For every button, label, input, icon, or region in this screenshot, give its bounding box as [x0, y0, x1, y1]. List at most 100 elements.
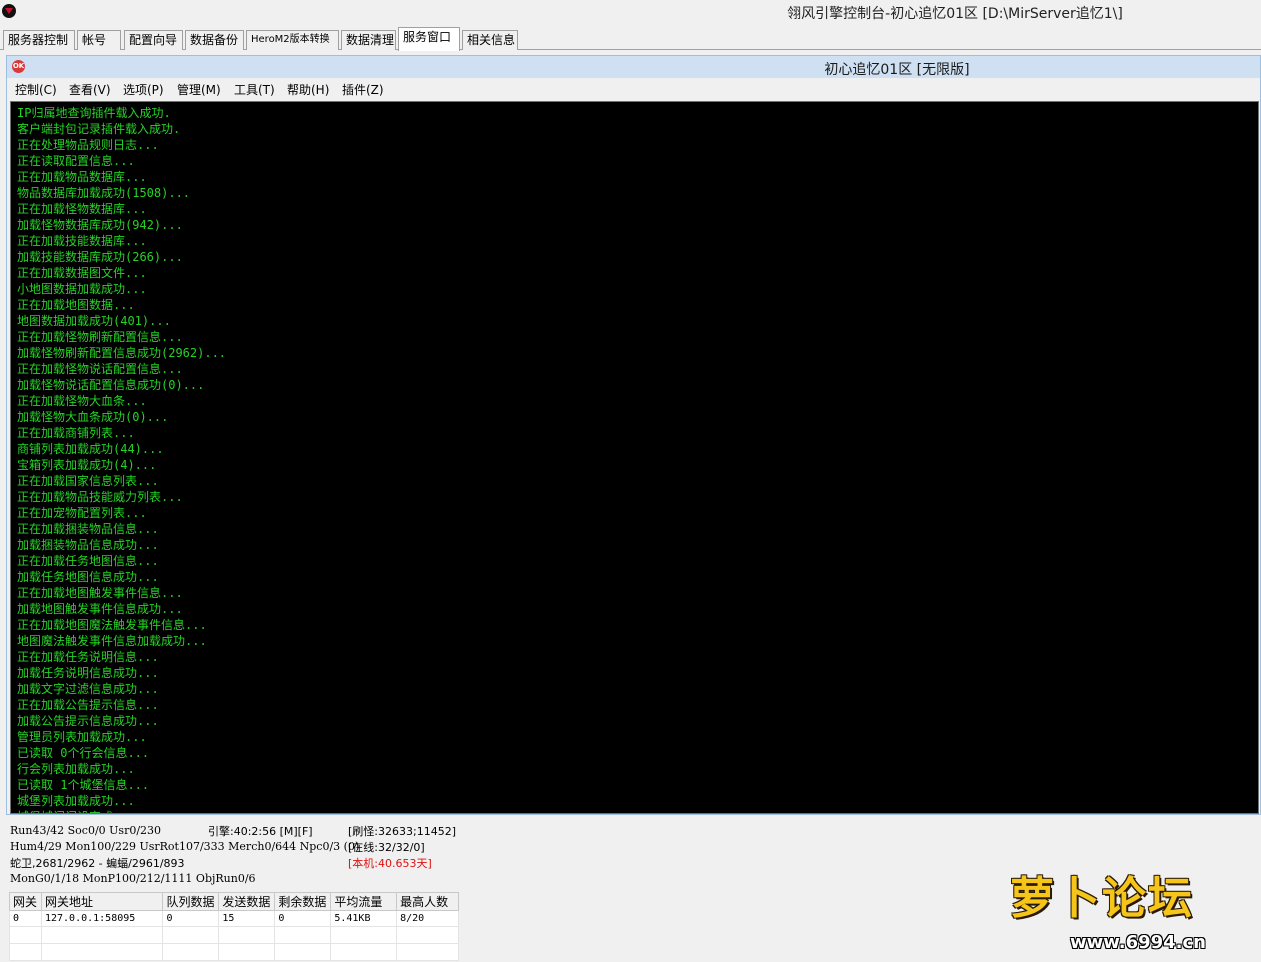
- menu-options[interactable]: 选项(P): [123, 81, 164, 98]
- log-line: 加载技能数据库成功(266)...: [17, 250, 183, 264]
- app-logo-icon: [2, 4, 16, 18]
- server-window-title: 初心追忆01区 [无限版]: [824, 62, 970, 78]
- log-console[interactable]: IP归属地查询插件载入成功. 客户端封包记录插件载入成功. 正在处理物品规则日志..…: [10, 101, 1259, 814]
- log-line: IP归属地查询插件载入成功.: [17, 106, 171, 120]
- log-line: 加载捆装物品信息成功...: [17, 538, 159, 552]
- tab-service-window[interactable]: 服务窗口: [398, 27, 460, 51]
- col-queue-data[interactable]: 队列数据: [162, 892, 220, 911]
- log-line: 正在处理物品规则日志...: [17, 138, 159, 152]
- log-line: 正在加载地图数据...: [17, 298, 135, 312]
- status-boss: 蛇卫,2681/2962 - 蝙蝠/2961/893: [10, 857, 185, 870]
- col-avg-traffic[interactable]: 平均流量: [330, 892, 398, 911]
- log-line: 客户端封包记录插件载入成功.: [17, 122, 181, 136]
- cell-gateway-address: 127.0.0.1:58095: [40, 910, 164, 927]
- log-line: 加载怪物说话配置信息成功(0)...: [17, 378, 205, 392]
- log-line: 正在加宠物配置列表...: [17, 506, 147, 520]
- menu-control[interactable]: 控制(C): [15, 81, 57, 98]
- cell-queue-data: 0: [162, 910, 220, 927]
- log-line: 管理员列表加载成功...: [17, 730, 147, 744]
- log-line: 正在加载地图触发事件信息...: [17, 586, 183, 600]
- log-line: 正在加载技能数据库...: [17, 234, 147, 248]
- log-line: 正在加载捆装物品信息...: [17, 522, 159, 536]
- col-remaining-data[interactable]: 剩余数据: [274, 892, 332, 911]
- cell-gateway: 0: [9, 910, 42, 927]
- title-bar: 翎风引擎控制台-初心追忆01区 [D:\MirServer追忆1\]: [0, 0, 1261, 24]
- col-gateway-address[interactable]: 网关地址: [40, 892, 164, 911]
- log-line: 正在读取配置信息...: [17, 154, 135, 168]
- log-line: 行会列表加载成功...: [17, 762, 135, 776]
- log-line: 正在加载怪物刷新配置信息...: [17, 330, 183, 344]
- menu-manage[interactable]: 管理(M): [177, 81, 221, 98]
- server-window-title-bar: OK 初心追忆01区 [无限版]: [7, 56, 1260, 78]
- gateway-header-row: 网关 网关地址 队列数据 发送数据 剩余数据 平均流量 最高人数: [9, 892, 459, 911]
- log-line: 正在加载商铺列表...: [17, 426, 135, 440]
- log-line: 正在加载怪物大血条...: [17, 394, 147, 408]
- cell-avg-traffic: 5.41KB: [330, 910, 398, 927]
- log-line: 正在加载数据图文件...: [17, 266, 147, 280]
- col-max-users[interactable]: 最高人数: [396, 892, 459, 911]
- watermark-url: www.6994.cn: [1070, 932, 1206, 953]
- log-line: 加载怪物大血条成功(0)...: [17, 410, 169, 424]
- tab-related-info[interactable]: 相关信息: [462, 30, 518, 50]
- log-line: 加载任务地图信息成功...: [17, 570, 159, 584]
- log-line: 加载任务说明信息成功...: [17, 666, 159, 680]
- log-line: 小地图数据加载成功...: [17, 282, 147, 296]
- log-line: 正在加载任务说明信息...: [17, 650, 159, 664]
- log-line: 正在加载怪物说话配置信息...: [17, 362, 183, 376]
- log-line: 地图魔法触发事件信息加载成功...: [17, 634, 207, 648]
- log-line: 加载地图触发事件信息成功...: [17, 602, 183, 616]
- tab-data-backup[interactable]: 数据备份: [185, 30, 244, 50]
- log-line: 加载怪物数据库成功(942)...: [17, 218, 183, 232]
- log-line: 正在加载地图魔法触发事件信息...: [17, 618, 207, 632]
- log-line: 城堡列表加载成功...: [17, 794, 135, 808]
- log-line: 正在加载任务地图信息...: [17, 554, 159, 568]
- cell-send-data: 15: [218, 910, 276, 927]
- cell-remaining-data: 0: [274, 910, 332, 927]
- menu-help[interactable]: 帮助(H): [287, 81, 329, 98]
- status-hum: Hum4/29 Mon100/229 UsrRot107/333 Merch0/…: [10, 840, 360, 853]
- tab-server-control[interactable]: 服务器控制: [3, 30, 75, 50]
- table-row-empty: [9, 926, 459, 944]
- tab-account[interactable]: 帐号: [77, 30, 121, 50]
- log-line: 已读取 0个行会信息...: [17, 746, 150, 760]
- server-app-icon: OK: [12, 60, 25, 73]
- log-line: 正在加载国家信息列表...: [17, 474, 159, 488]
- log-line: 加载公告提示信息成功...: [17, 714, 159, 728]
- col-gateway[interactable]: 网关: [9, 892, 42, 911]
- log-line: 正在加载怪物数据库...: [17, 202, 147, 216]
- log-line: 正在加载物品技能威力列表...: [17, 490, 183, 504]
- gateway-table[interactable]: 网关 网关地址 队列数据 发送数据 剩余数据 平均流量 最高人数 0 127.0…: [9, 892, 459, 961]
- server-window: OK 初心追忆01区 [无限版] 控制(C) 查看(V) 选项(P) 管理(M)…: [6, 55, 1261, 815]
- status-run: Run43/42 Soc0/0 Usr0/230: [10, 824, 162, 837]
- tab-data-cleanup[interactable]: 数据清理: [341, 30, 396, 50]
- status-engine: 引擎:40:2:56 [M][F]: [208, 825, 313, 838]
- status-mon: MonG0/1/18 MonP100/212/1111 ObjRun0/6: [10, 872, 256, 885]
- col-send-data[interactable]: 发送数据: [218, 892, 276, 911]
- log-line: 商铺列表加载成功(44)...: [17, 442, 164, 456]
- cell-max-users: 8/20: [396, 910, 459, 927]
- menu-tools[interactable]: 工具(T): [234, 81, 275, 98]
- log-line: 加载怪物刷新配置信息成功(2962)...: [17, 346, 227, 360]
- forum-watermark: 萝卜论坛 www.6994.cn: [1010, 862, 1250, 956]
- tab-config-wizard[interactable]: 配置向导: [124, 30, 183, 50]
- log-line: 已读取 1个城堡信息...: [17, 778, 150, 792]
- menu-view[interactable]: 查看(V): [69, 81, 111, 98]
- table-row[interactable]: 0 127.0.0.1:58095 0 15 0 5.41KB 8/20: [9, 910, 459, 927]
- log-line: 宝箱列表加载成功(4)...: [17, 458, 157, 472]
- watermark-logo: 萝卜论坛: [1010, 873, 1194, 924]
- menu-plugins[interactable]: 插件(Z): [342, 81, 384, 98]
- status-online: [在线:32/32/0]: [348, 841, 425, 854]
- log-line: 正在加载物品数据库...: [17, 170, 147, 184]
- log-line: 物品数据库加载成功(1508)...: [17, 186, 191, 200]
- log-line: 地图数据加载成功(401)...: [17, 314, 171, 328]
- status-refresh: [刷怪:32633;11452]: [348, 825, 456, 838]
- log-line: 加载文字过滤信息成功...: [17, 682, 159, 696]
- tab-herom2-convert[interactable]: HeroM2版本转换: [246, 30, 339, 50]
- log-line: 正在加载公告提示信息...: [17, 698, 159, 712]
- menu-bar: 控制(C) 查看(V) 选项(P) 管理(M) 工具(T) 帮助(H) 插件(Z…: [7, 78, 1260, 100]
- window-title: 翎风引擎控制台-初心追忆01区 [D:\MirServer追忆1\]: [787, 6, 1123, 22]
- main-tab-strip: 服务器控制 帐号 配置向导 数据备份 HeroM2版本转换 数据清理 服务窗口 …: [0, 24, 1261, 51]
- table-row-empty: [9, 943, 459, 961]
- status-local: [本机:40.653天]: [348, 857, 432, 870]
- log-line: 城堡城门门设完成...: [17, 809, 1258, 813]
